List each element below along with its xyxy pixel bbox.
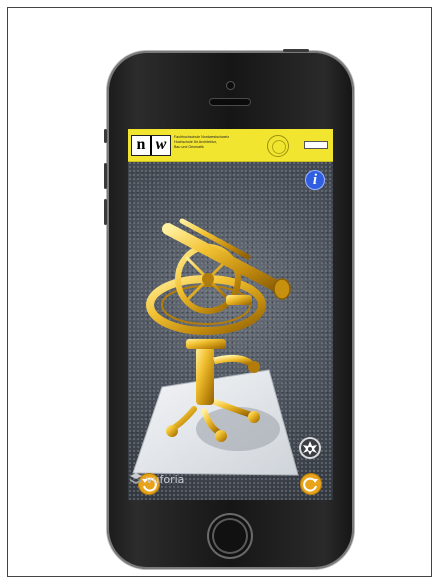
- flash-button[interactable]: [299, 437, 321, 459]
- mute-switch: [104, 129, 107, 143]
- power-button: [283, 49, 309, 52]
- institution-banner: n w Fachhochschule Nordwestschweiz Hochs…: [128, 129, 333, 162]
- rotate-left-button[interactable]: [138, 473, 160, 495]
- iphone-device: n w Fachhochschule Nordwestschweiz Hochs…: [104, 49, 354, 569]
- institution-name: Fachhochschule Nordwestschweiz Hochschul…: [174, 135, 264, 149]
- badge-icon: [304, 141, 328, 149]
- volume-up-button: [104, 163, 107, 189]
- volume-down-button: [104, 199, 107, 225]
- logo-letter-w: w: [150, 136, 170, 155]
- earpiece-speaker: [210, 99, 250, 105]
- institution-logo: n w: [131, 135, 171, 156]
- rotate-right-button[interactable]: [300, 473, 322, 495]
- seal-icon: [267, 135, 289, 157]
- info-button[interactable]: i: [305, 170, 325, 190]
- logo-letter-n: n: [136, 136, 146, 153]
- front-camera: [227, 82, 234, 89]
- rotate-left-icon: [142, 477, 157, 492]
- institution-line-3: Bau und Geomatik: [174, 144, 204, 149]
- figure-frame: n w Fachhochschule Nordwestschweiz Hochs…: [7, 7, 432, 577]
- ar-camera-view[interactable]: n w Fachhochschule Nordwestschweiz Hochs…: [128, 129, 333, 500]
- info-icon: i: [312, 172, 318, 188]
- home-button[interactable]: [207, 513, 253, 559]
- flash-icon: [303, 441, 317, 455]
- rotate-right-icon: [303, 477, 318, 492]
